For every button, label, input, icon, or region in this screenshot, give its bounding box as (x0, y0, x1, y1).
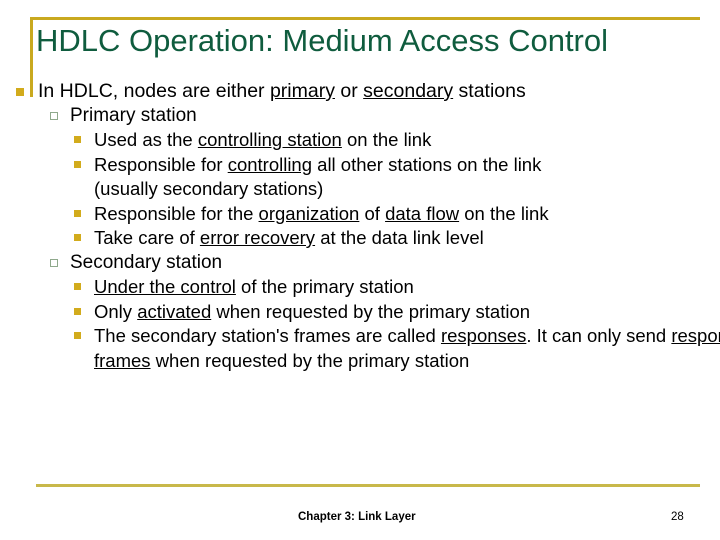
bullet-level3-continuation: (usually secondary stations) (0, 177, 720, 202)
bullet-text: The secondary station's frames are calle… (94, 325, 720, 371)
text-run: when requested by the primary station (150, 349, 470, 371)
underlined-term: data flow (385, 202, 460, 224)
bullet-level3-item: Take care of error recovery at the data … (0, 226, 720, 251)
square-bullet-icon (74, 160, 81, 168)
bullet-level3-item: Used as the controlling station on the l… (0, 128, 720, 153)
text-run: Responsible for the (94, 202, 259, 224)
bullet-text: Responsible for the organization of data… (94, 203, 549, 224)
square-bullet-icon (74, 136, 81, 143)
frame-bottom-rule (36, 484, 700, 487)
text-run: The secondary station's frames are calle… (94, 325, 441, 346)
text-run: Only (94, 300, 138, 322)
text-run: of (359, 202, 386, 224)
slide-title: HDLC Operation: Medium Access Control (36, 23, 609, 58)
bullet-level3-item: Only activated when requested by the pri… (0, 300, 720, 325)
bullet-level1-item: In HDLC, nodes are either primary or sec… (0, 79, 720, 104)
bullet-level3-item: Responsible for controlling all other st… (0, 153, 720, 178)
text-run: on the link (459, 202, 549, 224)
footer-chapter-label: Chapter 3: Link Layer (298, 511, 416, 523)
text-run: Take care of (94, 227, 200, 248)
bullet-level3-item: Under the control of the primary station (0, 275, 720, 300)
text-run: Responsible for (94, 153, 228, 175)
text-run: stations (453, 80, 526, 102)
square-bullet-icon (74, 209, 81, 217)
text-run: . It can only send (526, 325, 672, 346)
bullet-text: Take care of error recovery at the data … (94, 227, 484, 248)
underlined-term: controlling station (197, 129, 342, 150)
bullet-text: Primary station (70, 104, 197, 126)
underlined-term: activated (137, 300, 212, 322)
footer-page-number: 28 (671, 511, 684, 523)
slide-body: In HDLC, nodes are either primary or sec… (0, 79, 720, 373)
text-run: or (334, 80, 364, 102)
underlined-term: controlling (227, 153, 313, 175)
hollow-square-bullet-icon (50, 111, 58, 120)
text-run: on the link (341, 129, 432, 150)
hollow-square-bullet-icon (50, 258, 58, 267)
square-bullet-icon (74, 332, 81, 339)
underlined-term: secondary (363, 80, 454, 102)
text-run: all other stations on the link (312, 153, 542, 175)
bullet-text: In HDLC, nodes are either primary or sec… (38, 80, 526, 102)
bullet-level2-item-secondary-station: Secondary station (0, 251, 720, 276)
bullet-text: Used as the controlling station on the l… (94, 129, 431, 150)
bullet-text: Only activated when requested by the pri… (94, 301, 530, 322)
underlined-term: error recovery (199, 227, 316, 248)
text-run: Used as the (94, 129, 198, 150)
square-bullet-icon (74, 234, 81, 241)
underlined-term: primary (269, 80, 335, 102)
slide-canvas: HDLC Operation: Medium Access Control In… (0, 0, 720, 540)
underlined-term: responses (440, 325, 527, 346)
bullet-text: (usually secondary stations) (94, 178, 324, 199)
square-bullet-icon (16, 88, 24, 96)
square-bullet-icon (74, 283, 81, 290)
square-bullet-icon (74, 307, 81, 315)
bullet-level2-item-primary-station: Primary station (0, 104, 720, 129)
underlined-term: Under the control (94, 276, 236, 297)
bullet-text: Responsible for controlling all other st… (94, 154, 541, 175)
frame-top-rule (30, 17, 700, 20)
text-run: of the primary station (235, 276, 414, 297)
bullet-text: Under the control of the primary station (94, 276, 414, 297)
bullet-text: Secondary station (70, 251, 223, 273)
text-run: at the data link level (315, 227, 484, 248)
text-run: when requested by the primary station (211, 300, 531, 322)
text-run: In HDLC, nodes are either (38, 80, 270, 102)
bullet-level3-item: Responsible for the organization of data… (0, 202, 720, 227)
bullet-level3-item: The secondary station's frames are calle… (0, 324, 720, 373)
underlined-term: organization (258, 202, 360, 224)
